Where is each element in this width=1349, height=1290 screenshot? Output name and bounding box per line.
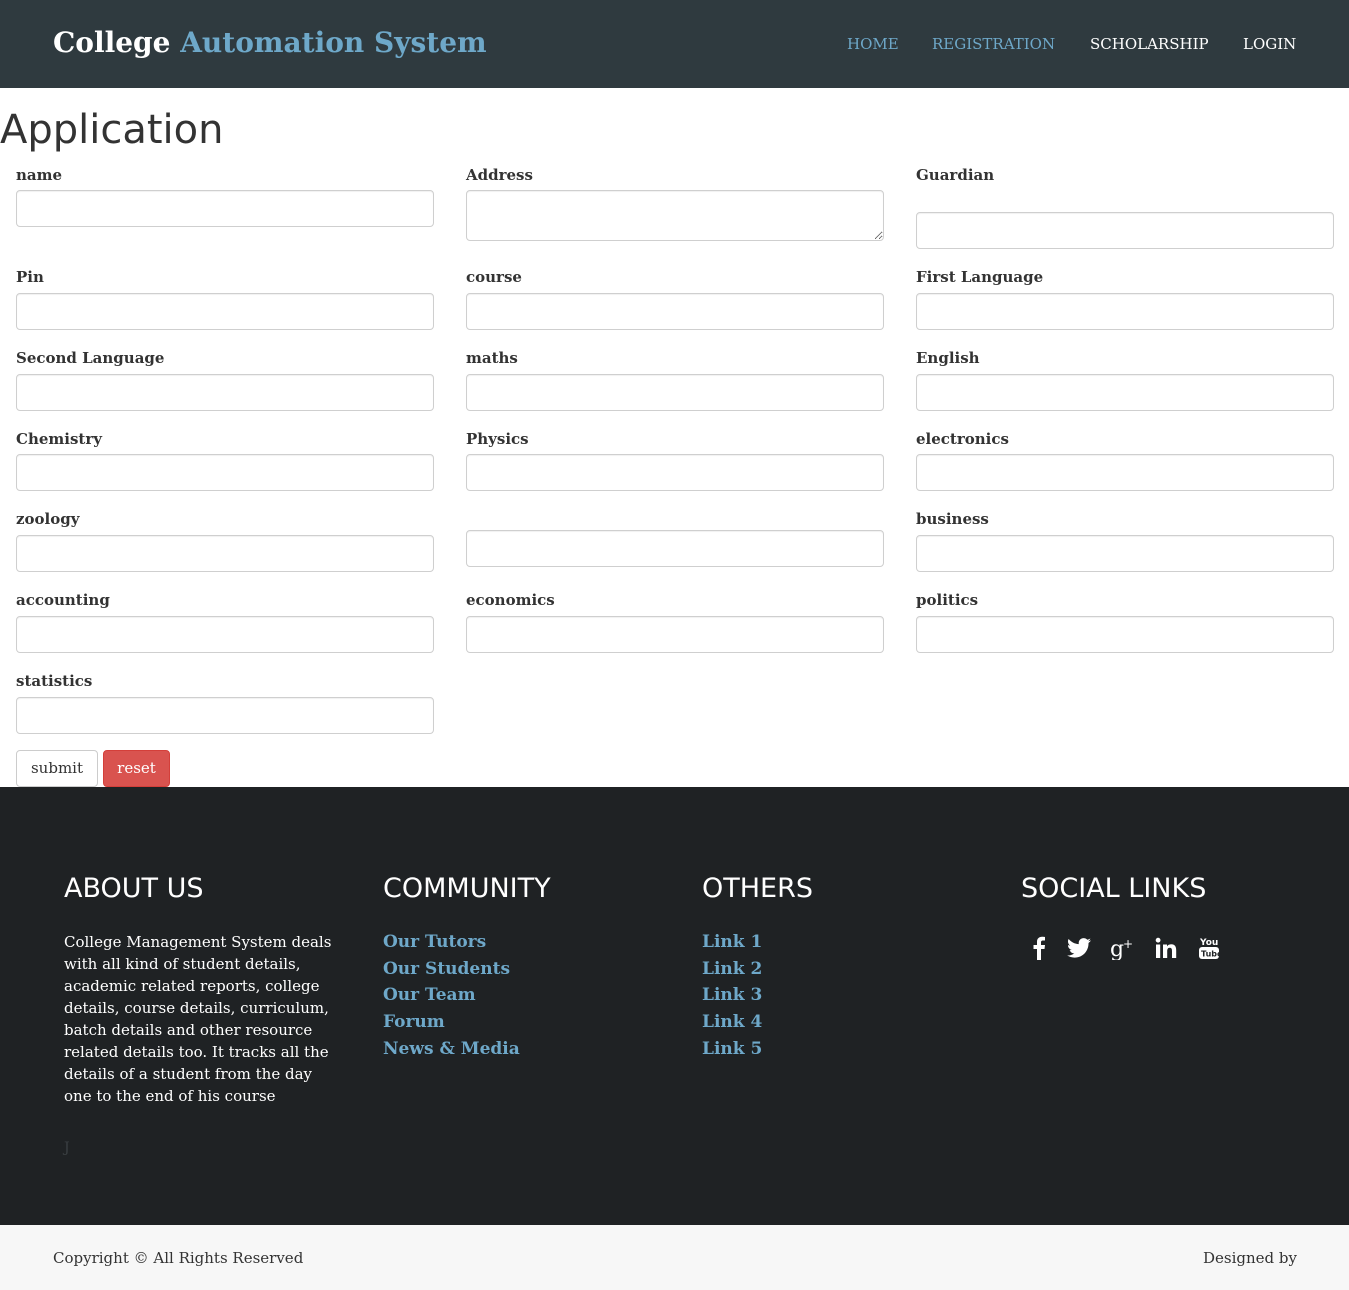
politics-label: politics (916, 591, 979, 609)
community-heading: COMMUNITY (383, 873, 551, 904)
nav-scholarship[interactable]: SCHOLARSHIP (1090, 33, 1209, 55)
address-label: Address (466, 166, 533, 184)
youtube-icon[interactable]: You Tube (1193, 932, 1225, 964)
reset-button[interactable]: reset (103, 750, 170, 787)
physics-field[interactable] (466, 454, 884, 491)
first-language-field[interactable] (916, 293, 1334, 330)
navbar: College Automation System HOME REGISTRAT… (0, 0, 1349, 88)
chemistry-label: Chemistry (16, 430, 102, 448)
unlabeled-field[interactable] (466, 530, 884, 567)
maths-field[interactable] (466, 374, 884, 411)
electronics-label: electronics (916, 430, 1009, 448)
statistics-field[interactable] (16, 697, 434, 734)
link-3[interactable]: Link 3 (702, 983, 762, 1007)
second-language-field[interactable] (16, 374, 434, 411)
name-label: name (16, 166, 63, 184)
maths-label: maths (466, 349, 518, 367)
course-field[interactable] (466, 293, 884, 330)
guardian-field[interactable] (916, 212, 1334, 249)
english-label: English (916, 349, 980, 367)
statistics-label: statistics (16, 672, 93, 690)
electronics-field[interactable] (916, 454, 1334, 491)
others-heading: OTHERS (702, 873, 814, 904)
zoology-field[interactable] (16, 535, 434, 572)
second-language-label: Second Language (16, 349, 165, 367)
guardian-label: Guardian (916, 166, 995, 184)
physics-label: Physics (466, 430, 529, 448)
link-2[interactable]: Link 2 (702, 957, 762, 981)
business-label: business (916, 510, 989, 528)
accounting-label: accounting (16, 591, 110, 609)
brand-logo[interactable]: College Automation System (53, 24, 487, 62)
link-5[interactable]: Link 5 (702, 1037, 762, 1061)
svg-text:+: + (1123, 937, 1133, 951)
chemistry-field[interactable] (16, 454, 434, 491)
svg-text:g: g (1110, 937, 1124, 960)
link-news-media[interactable]: News & Media (383, 1037, 520, 1061)
about-heading: ABOUT US (64, 873, 204, 904)
first-language-label: First Language (916, 268, 1044, 286)
page-title: Application (0, 107, 224, 153)
twitter-icon[interactable] (1063, 932, 1095, 964)
course-label: course (466, 268, 522, 286)
submit-button[interactable]: submit (16, 750, 98, 787)
social-heading: SOCIAL LINKS (1021, 873, 1207, 904)
brand-part1: College (53, 26, 171, 59)
economics-field[interactable] (466, 616, 884, 653)
link-our-students[interactable]: Our Students (383, 957, 510, 981)
link-our-team[interactable]: Our Team (383, 983, 476, 1007)
accounting-field[interactable] (16, 616, 434, 653)
link-4[interactable]: Link 4 (702, 1010, 762, 1034)
about-mark: J (64, 1140, 70, 1156)
brand-part2: Automation System (180, 26, 487, 59)
nav-registration[interactable]: REGISTRATION (932, 33, 1055, 55)
politics-field[interactable] (916, 616, 1334, 653)
copyright-text: Copyright © All Rights Reserved (53, 1249, 304, 1267)
pin-label: Pin (16, 268, 44, 286)
facebook-icon[interactable] (1023, 932, 1055, 964)
link-our-tutors[interactable]: Our Tutors (383, 930, 486, 954)
svg-text:You: You (1199, 938, 1218, 948)
nav-login[interactable]: LOGIN (1243, 33, 1296, 55)
business-field[interactable] (916, 535, 1334, 572)
zoology-label: zoology (16, 510, 80, 528)
about-text: College Management System deals with all… (64, 933, 332, 1105)
economics-label: economics (466, 591, 555, 609)
english-field[interactable] (916, 374, 1334, 411)
nav-home[interactable]: HOME (847, 33, 899, 55)
link-1[interactable]: Link 1 (702, 930, 762, 954)
address-field[interactable] (466, 190, 884, 241)
link-forum[interactable]: Forum (383, 1010, 445, 1034)
name-field[interactable] (16, 190, 434, 227)
linkedin-icon[interactable] (1150, 932, 1182, 964)
pin-field[interactable] (16, 293, 434, 330)
google-plus-icon[interactable]: g + (1107, 932, 1139, 964)
svg-text:Tube: Tube (1201, 950, 1220, 959)
designed-by-text: Designed by (1203, 1249, 1297, 1267)
